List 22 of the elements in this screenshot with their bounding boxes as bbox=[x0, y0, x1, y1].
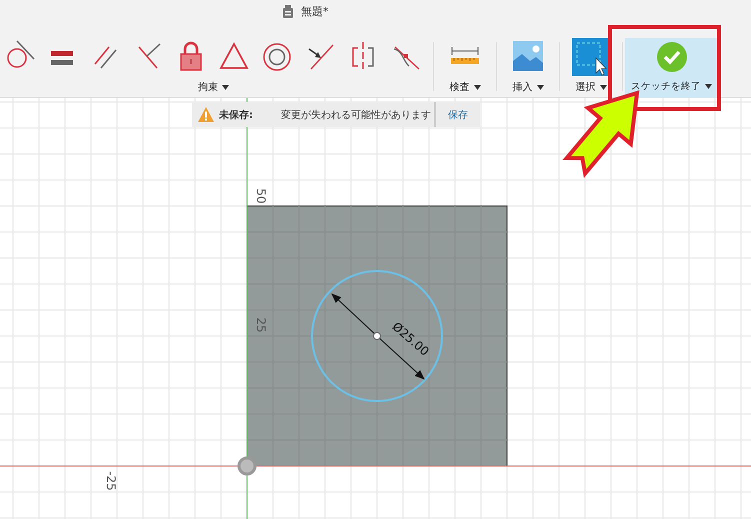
group-menu[interactable]: 拘束 bbox=[198, 77, 229, 97]
center-point[interactable] bbox=[373, 332, 381, 340]
origin-icon[interactable] bbox=[238, 456, 256, 476]
caret-icon bbox=[474, 84, 480, 90]
caret-icon bbox=[536, 84, 544, 90]
window-title: 無題* bbox=[301, 4, 328, 18]
warning-title: 未保存: bbox=[219, 108, 254, 122]
document-icon bbox=[282, 4, 294, 18]
finish-sketch-button[interactable]: スケッチを終了 bbox=[625, 38, 718, 98]
checkmark-icon[interactable] bbox=[656, 42, 686, 72]
picture-icon[interactable] bbox=[513, 40, 543, 71]
selection-icon[interactable] bbox=[572, 38, 610, 76]
axis-label: 25 bbox=[254, 317, 268, 333]
warning-icon bbox=[198, 107, 214, 122]
group-menu[interactable]: 選択 bbox=[576, 77, 606, 97]
group-menu[interactable]: 挿入 bbox=[512, 77, 544, 97]
caret-icon bbox=[222, 84, 229, 90]
axis-label: 50 bbox=[254, 188, 268, 204]
axis-label: -25 bbox=[104, 471, 118, 491]
warning-message: 変更が失われる可能性があります bbox=[281, 108, 432, 122]
caret-icon bbox=[705, 84, 712, 88]
group-menu[interactable]: 検査 bbox=[450, 77, 480, 97]
